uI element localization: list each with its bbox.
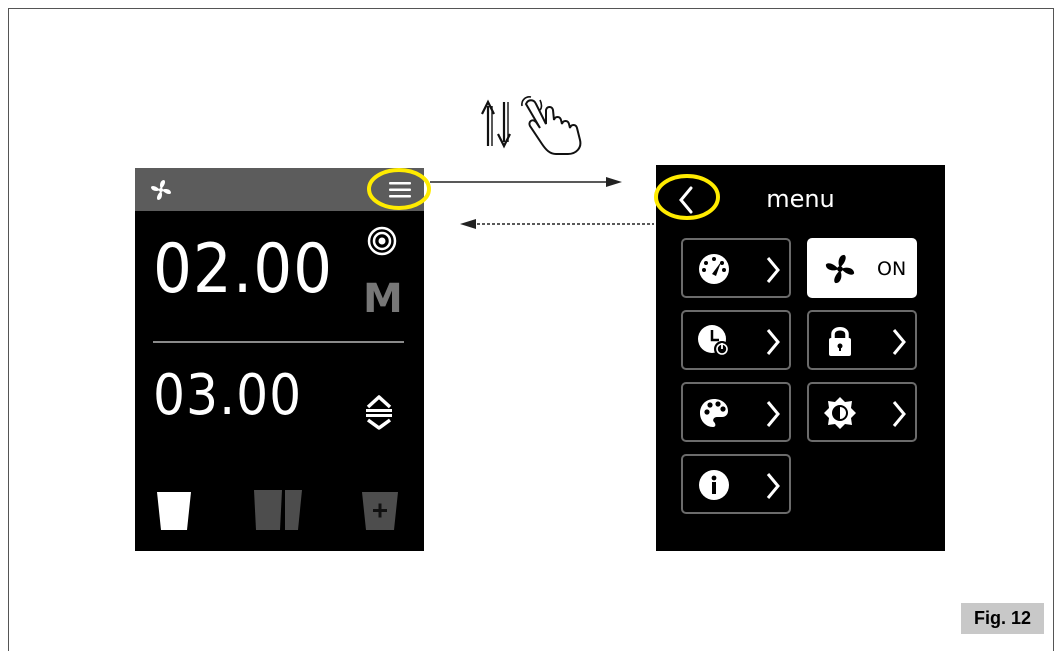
tile-timer[interactable]: [681, 310, 791, 370]
chevron-right-icon: [766, 401, 780, 427]
palette-icon: [700, 399, 728, 427]
swipe-up-down-arrows-icon: [481, 99, 511, 149]
chevron-right-icon: [766, 473, 780, 499]
chevron-right-icon: [892, 401, 906, 427]
figure-label: Fig. 12: [961, 603, 1044, 634]
highlight-circle-menu: [367, 168, 431, 210]
timer-icon: [698, 325, 730, 357]
fan-icon[interactable]: [149, 178, 173, 202]
chevron-right-icon: [766, 329, 780, 355]
main-screen: 02.00 M 03.00: [135, 168, 424, 551]
tile-info[interactable]: [681, 454, 791, 514]
navigate-back-arrow: [460, 219, 654, 229]
cup-icon[interactable]: [157, 490, 191, 532]
gauge-icon: [699, 254, 729, 284]
mode-letter: M: [363, 276, 403, 322]
tile-lock[interactable]: [807, 310, 917, 370]
lock-icon: [829, 327, 851, 356]
highlight-circle-back: [654, 174, 720, 220]
tile-theme[interactable]: [681, 382, 791, 442]
screen-divider: [153, 341, 404, 343]
navigate-forward-arrow: [430, 177, 622, 187]
tile-dosing[interactable]: [681, 238, 791, 298]
cup-plus-icon[interactable]: [362, 490, 398, 532]
chevron-right-icon: [766, 257, 780, 283]
fan-icon: [825, 254, 855, 284]
target-icon: [367, 226, 397, 256]
tile-fan-toggle[interactable]: ON: [807, 238, 917, 298]
double-cup-icon[interactable]: [252, 488, 304, 532]
brightness-icon: [824, 397, 856, 429]
up-down-arrows-icon[interactable]: [364, 394, 394, 430]
dose-value-top: 02.00: [153, 230, 334, 309]
chevron-right-icon: [892, 329, 906, 355]
fan-status-label: ON: [877, 258, 907, 280]
tile-brightness[interactable]: [807, 382, 917, 442]
dose-value-bottom: 03.00: [153, 363, 303, 428]
info-icon: [699, 470, 729, 500]
hand-pointer-icon: [521, 96, 582, 155]
